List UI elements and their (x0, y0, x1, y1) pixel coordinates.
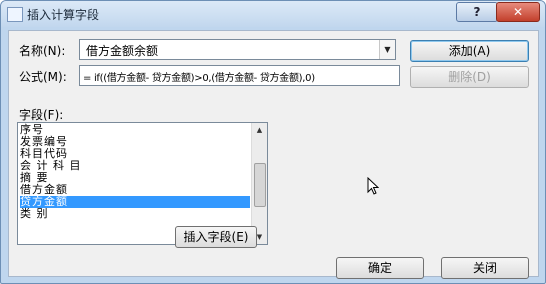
insert-calculated-field-dialog: 插入计算字段 ? ✕ 名称(N): 借方金额余额 ▼ 公式(M): = if((… (0, 0, 546, 284)
mouse-cursor-icon (367, 177, 379, 195)
list-item[interactable]: 类 别 (20, 208, 250, 220)
insert-field-button[interactable]: 插入字段(E) (175, 226, 257, 248)
ok-button[interactable]: 确定 (336, 257, 424, 279)
chevron-down-icon[interactable]: ▼ (379, 40, 395, 59)
fields-label: 字段(F): (19, 108, 64, 122)
dialog-content: 名称(N): 借方金额余额 ▼ 公式(M): = if((借方金额- 贷方金额)… (8, 30, 539, 279)
formula-input[interactable]: = if((借方金额- 贷方金额)>0,(借方金额- 贷方金额),0) (79, 65, 400, 86)
formula-value[interactable]: = if((借方金额- 贷方金额)>0,(借方金额- 贷方金额),0) (83, 69, 315, 84)
name-input[interactable]: 借方金额余额 (86, 42, 158, 59)
formula-label: 公式(M): (19, 70, 67, 84)
window-close-button[interactable]: ✕ (496, 2, 540, 22)
close-button[interactable]: 关闭 (441, 257, 529, 279)
scroll-up-icon[interactable]: ▲ (252, 123, 267, 137)
delete-button[interactable]: 删除(D) (410, 66, 529, 88)
dialog-title: 插入计算字段 (27, 8, 100, 22)
add-button[interactable]: 添加(A) (410, 40, 529, 62)
name-label: 名称(N): (19, 44, 66, 58)
window-icon (7, 7, 23, 22)
list-item[interactable]: 会 计 科 目 (20, 160, 250, 172)
help-button[interactable]: ? (456, 2, 498, 22)
list-item-selected[interactable]: 贷方金额 (20, 196, 250, 208)
scroll-thumb[interactable] (254, 163, 266, 207)
title-bar: 插入计算字段 ? ✕ (1, 1, 545, 27)
name-combobox[interactable]: 借方金额余额 ▼ (79, 39, 396, 60)
